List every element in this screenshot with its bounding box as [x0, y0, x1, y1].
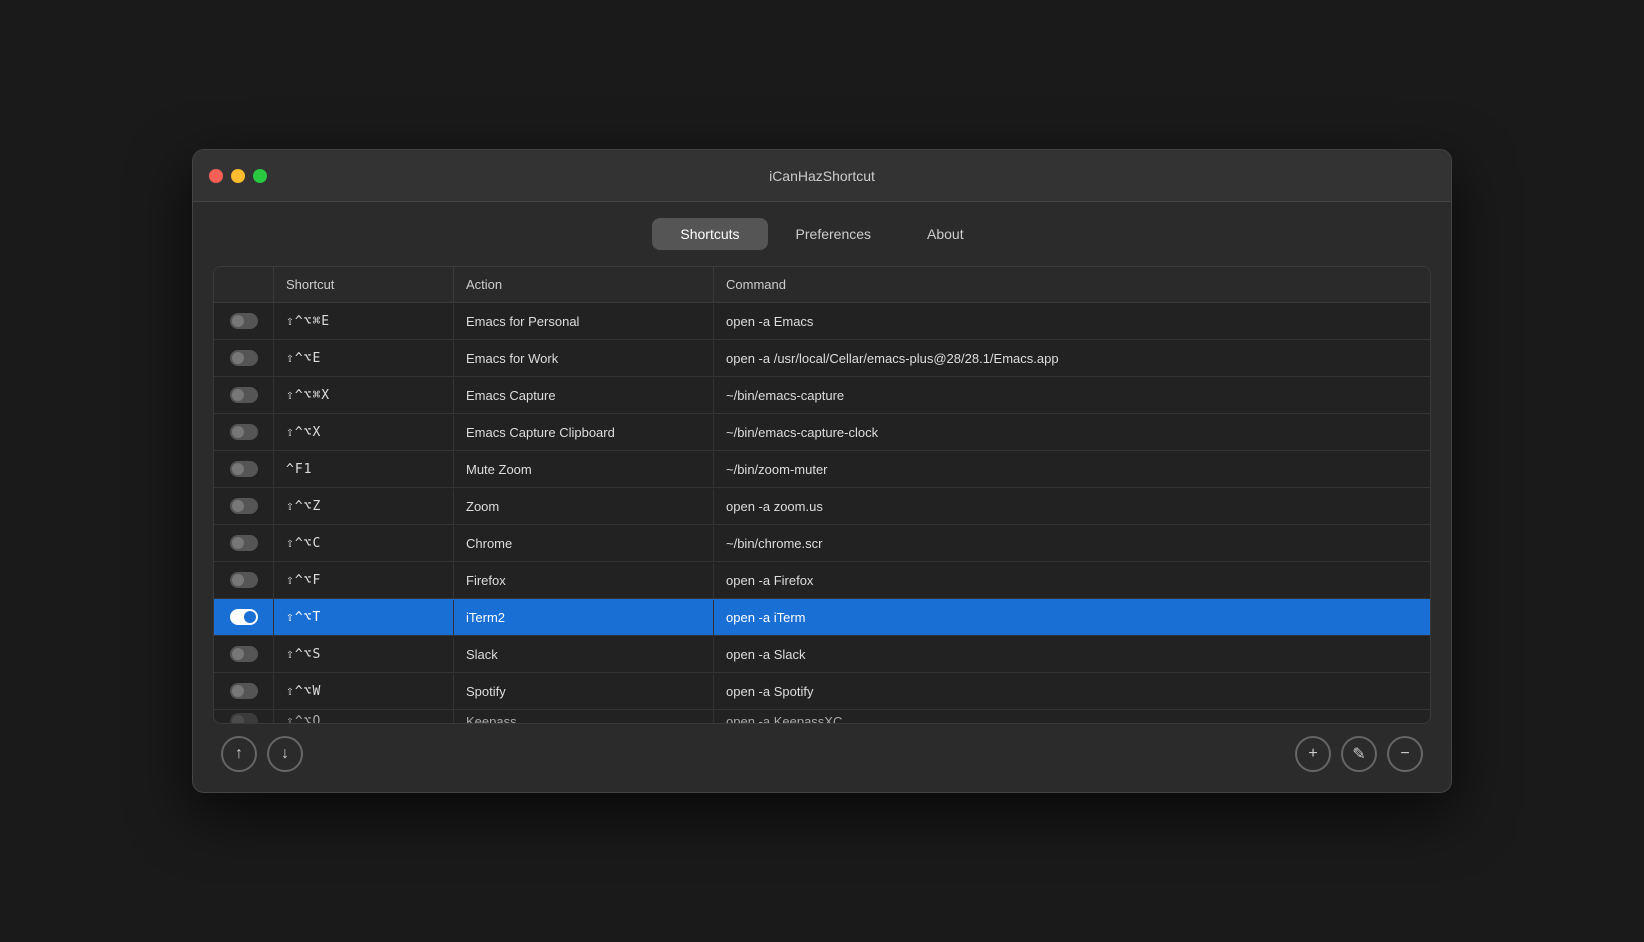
- header-shortcut: Shortcut: [274, 267, 454, 302]
- toggle-8[interactable]: [230, 609, 258, 625]
- table-row[interactable]: ⇧^⌥Z Zoom open -a zoom.us: [214, 488, 1430, 525]
- table-header: Shortcut Action Command: [214, 267, 1430, 303]
- command-cell-7: open -a Firefox: [714, 563, 1430, 598]
- command-cell-0: open -a Emacs: [714, 304, 1430, 339]
- content-area: Shortcuts Preferences About Shortcut Act…: [193, 202, 1451, 792]
- tab-preferences[interactable]: Preferences: [768, 218, 899, 250]
- table-row[interactable]: ⇧^⌥S Slack open -a Slack: [214, 636, 1430, 673]
- titlebar: iCanHazShortcut: [193, 150, 1451, 202]
- tab-shortcuts[interactable]: Shortcuts: [652, 218, 767, 250]
- toggle-10[interactable]: [230, 683, 258, 699]
- shortcut-cell-3: ⇧^⌥X: [274, 415, 454, 450]
- shortcut-cell-8: ⇧^⌥T: [274, 600, 454, 635]
- action-cell-6: Chrome: [454, 526, 714, 561]
- window-title: iCanHazShortcut: [769, 168, 875, 184]
- action-cell-3: Emacs Capture Clipboard: [454, 415, 714, 450]
- toggle-cell-2[interactable]: [214, 377, 274, 413]
- table-row[interactable]: ⇧^⌥F Firefox open -a Firefox: [214, 562, 1430, 599]
- toggle-cell-7[interactable]: [214, 562, 274, 598]
- remove-button[interactable]: −: [1387, 736, 1423, 772]
- header-command: Command: [714, 267, 1430, 302]
- edit-button[interactable]: ✎: [1341, 736, 1377, 772]
- action-cell-partial: Keepass: [454, 710, 714, 723]
- toolbar-left: ↑ ↓: [221, 736, 303, 772]
- toggle-1[interactable]: [230, 350, 258, 366]
- traffic-lights: [209, 169, 267, 183]
- table-row[interactable]: ⇧^⌥X Emacs Capture Clipboard ~/bin/emacs…: [214, 414, 1430, 451]
- toggle-cell-9[interactable]: [214, 636, 274, 672]
- toggle-cell-4[interactable]: [214, 451, 274, 487]
- toggle-cell-0[interactable]: [214, 303, 274, 339]
- command-cell-partial: open -a KeepassXC: [714, 710, 1430, 723]
- action-cell-4: Mute Zoom: [454, 452, 714, 487]
- action-cell-10: Spotify: [454, 674, 714, 709]
- table-row[interactable]: ^F1 Mute Zoom ~/bin/zoom-muter: [214, 451, 1430, 488]
- table-body: ⇧^⌥⌘E Emacs for Personal open -a Emacs ⇧…: [214, 303, 1430, 723]
- toggle-cell-10[interactable]: [214, 673, 274, 709]
- shortcut-cell-1: ⇧^⌥E: [274, 341, 454, 376]
- toggle-partial: [230, 713, 258, 723]
- command-cell-1: open -a /usr/local/Cellar/emacs-plus@28/…: [714, 341, 1430, 376]
- toggle-9[interactable]: [230, 646, 258, 662]
- toggle-cell-partial: [214, 710, 274, 723]
- toggle-cell-3[interactable]: [214, 414, 274, 450]
- toggle-4[interactable]: [230, 461, 258, 477]
- shortcut-cell-partial: ⇧^⌥O: [274, 710, 454, 723]
- table-row[interactable]: ⇧^⌥W Spotify open -a Spotify: [214, 673, 1430, 710]
- toggle-6[interactable]: [230, 535, 258, 551]
- action-cell-7: Firefox: [454, 563, 714, 598]
- action-cell-0: Emacs for Personal: [454, 304, 714, 339]
- shortcut-cell-5: ⇧^⌥Z: [274, 489, 454, 524]
- command-cell-9: open -a Slack: [714, 637, 1430, 672]
- header-toggle: [214, 267, 274, 302]
- table-row[interactable]: ⇧^⌥E Emacs for Work open -a /usr/local/C…: [214, 340, 1430, 377]
- action-cell-1: Emacs for Work: [454, 341, 714, 376]
- toggle-5[interactable]: [230, 498, 258, 514]
- shortcut-cell-2: ⇧^⌥⌘X: [274, 378, 454, 413]
- header-action: Action: [454, 267, 714, 302]
- toggle-3[interactable]: [230, 424, 258, 440]
- command-cell-3: ~/bin/emacs-capture-clock: [714, 415, 1430, 450]
- command-cell-5: open -a zoom.us: [714, 489, 1430, 524]
- table-row-selected[interactable]: ⇧^⌥T iTerm2 open -a iTerm: [214, 599, 1430, 636]
- action-cell-9: Slack: [454, 637, 714, 672]
- minimize-button[interactable]: [231, 169, 245, 183]
- move-up-button[interactable]: ↑: [221, 736, 257, 772]
- action-cell-2: Emacs Capture: [454, 378, 714, 413]
- app-window: iCanHazShortcut Shortcuts Preferences Ab…: [192, 149, 1452, 793]
- shortcut-cell-4: ^F1: [274, 452, 454, 487]
- add-button[interactable]: +: [1295, 736, 1331, 772]
- shortcut-cell-0: ⇧^⌥⌘E: [274, 304, 454, 339]
- move-down-button[interactable]: ↓: [267, 736, 303, 772]
- command-cell-8: open -a iTerm: [714, 600, 1430, 635]
- toggle-cell-8[interactable]: [214, 599, 274, 635]
- shortcut-cell-6: ⇧^⌥C: [274, 526, 454, 561]
- command-cell-2: ~/bin/emacs-capture: [714, 378, 1430, 413]
- tab-about[interactable]: About: [899, 218, 992, 250]
- maximize-button[interactable]: [253, 169, 267, 183]
- toolbar: ↑ ↓ + ✎ −: [213, 724, 1431, 772]
- command-cell-10: open -a Spotify: [714, 674, 1430, 709]
- action-cell-8: iTerm2: [454, 600, 714, 635]
- toggle-cell-6[interactable]: [214, 525, 274, 561]
- action-cell-5: Zoom: [454, 489, 714, 524]
- toggle-2[interactable]: [230, 387, 258, 403]
- command-cell-6: ~/bin/chrome.scr: [714, 526, 1430, 561]
- toolbar-right: + ✎ −: [1295, 736, 1423, 772]
- tab-bar: Shortcuts Preferences About: [213, 218, 1431, 250]
- close-button[interactable]: [209, 169, 223, 183]
- shortcut-cell-9: ⇧^⌥S: [274, 637, 454, 672]
- command-cell-4: ~/bin/zoom-muter: [714, 452, 1430, 487]
- shortcuts-table: Shortcut Action Command ⇧^⌥⌘E Emacs for …: [213, 266, 1431, 724]
- toggle-cell-5[interactable]: [214, 488, 274, 524]
- shortcut-cell-7: ⇧^⌥F: [274, 563, 454, 598]
- table-row[interactable]: ⇧^⌥⌘X Emacs Capture ~/bin/emacs-capture: [214, 377, 1430, 414]
- table-row-partial: ⇧^⌥O Keepass open -a KeepassXC: [214, 710, 1430, 723]
- toggle-cell-1[interactable]: [214, 340, 274, 376]
- table-row[interactable]: ⇧^⌥C Chrome ~/bin/chrome.scr: [214, 525, 1430, 562]
- shortcut-cell-10: ⇧^⌥W: [274, 674, 454, 709]
- toggle-0[interactable]: [230, 313, 258, 329]
- table-row[interactable]: ⇧^⌥⌘E Emacs for Personal open -a Emacs: [214, 303, 1430, 340]
- toggle-7[interactable]: [230, 572, 258, 588]
